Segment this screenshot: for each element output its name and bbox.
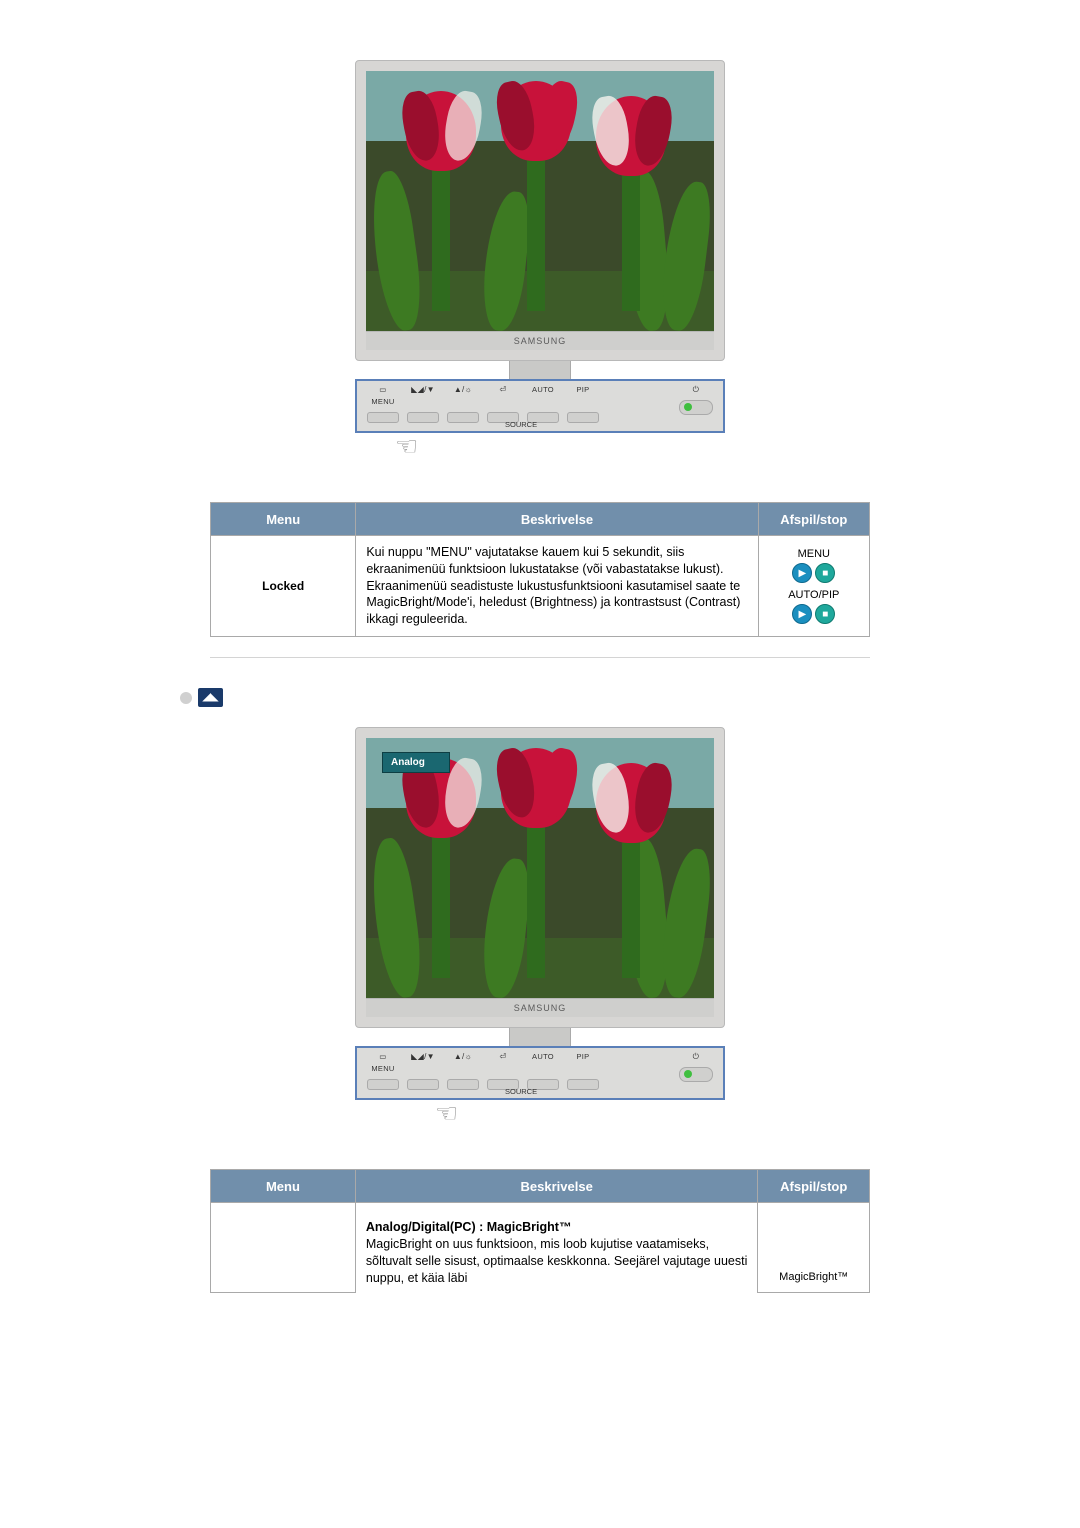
th-playstop: Afspil/stop (758, 1170, 870, 1203)
th-menu: Menu (211, 503, 356, 536)
description-table-2: Menu Beskrivelse Afspil/stop Analog/Digi… (210, 1169, 870, 1293)
monitor-screen (366, 71, 714, 331)
description-table-1: Menu Beskrivelse Afspil/stop Locked Kui … (210, 502, 870, 637)
table1-play: MENU ▶ ■ AUTO/PIP ▶ ■ (758, 536, 869, 637)
table1-menu: Locked (211, 536, 356, 637)
menu-button[interactable] (367, 412, 399, 423)
menu-btn-label: MENU (371, 397, 394, 407)
analog-overlay: Analog (382, 752, 450, 773)
play-label-autopip: AUTO/PIP (769, 589, 859, 601)
mode-icon: ◢◣ (198, 688, 223, 707)
pip-button[interactable] (567, 1079, 599, 1090)
play-icon[interactable]: ▶ (792, 563, 812, 583)
bullet-icon (180, 692, 192, 704)
play-icon[interactable]: ▶ (792, 604, 812, 624)
monitor-button-row: ▭MENU ◣◢/▼ ▲/☼ ⏎ AUTO PIP ⏻ SOURCE (355, 1046, 725, 1100)
monitor-illustration-1: SAMSUNG ▭MENU ◣◢/▼ ▲/☼ ⏎ AUTO PIP ⏻ SOUR… (355, 60, 725, 462)
stop-icon[interactable]: ■ (815, 604, 835, 624)
table2-menu (211, 1203, 356, 1293)
th-playstop: Afspil/stop (758, 503, 869, 536)
source-label: SOURCE (505, 420, 537, 429)
pip-button[interactable] (567, 412, 599, 423)
monitor-frame: Analog SAMSUNG (355, 727, 725, 1028)
pointer-hand-icon: ☜ (355, 1098, 725, 1129)
table1-description: Kui nuppu "MENU" vajutatakse kauem kui 5… (356, 536, 758, 637)
monitor-button-row: ▭MENU ◣◢/▼ ▲/☼ ⏎ AUTO PIP ⏻ SOURCE (355, 379, 725, 433)
table2-desc-title: Analog/Digital(PC) : MagicBright™ (366, 1220, 572, 1234)
monitor-illustration-2: Analog SAMSUNG ▭MENU ◣◢/▼ ▲/☼ ⏎ AUTO PIP… (355, 727, 725, 1129)
menu-button[interactable] (367, 1079, 399, 1090)
auto-btn-label: AUTO (532, 385, 554, 395)
mode-button[interactable] (407, 412, 439, 423)
monitor-screen: Analog (366, 738, 714, 998)
table2-description: Analog/Digital(PC) : MagicBright™ MagicB… (355, 1203, 758, 1293)
pip-btn-label: PIP (577, 385, 590, 395)
divider (210, 657, 870, 658)
th-menu: Menu (211, 1170, 356, 1203)
monitor-brand: SAMSUNG (366, 331, 714, 350)
brightness-button[interactable] (447, 1079, 479, 1090)
pointer-hand-icon: ☜ (355, 431, 725, 462)
monitor-brand: SAMSUNG (366, 998, 714, 1017)
mode-button[interactable] (407, 1079, 439, 1090)
th-description: Beskrivelse (355, 1170, 758, 1203)
brightness-button[interactable] (447, 412, 479, 423)
play-label-menu: MENU (769, 548, 859, 560)
th-description: Beskrivelse (356, 503, 758, 536)
power-button[interactable] (679, 1067, 713, 1082)
section-marker: ◢◣ (180, 688, 990, 707)
stop-icon[interactable]: ■ (815, 563, 835, 583)
table2-desc-body: MagicBright on uus funktsioon, mis loob … (366, 1237, 747, 1285)
play-label-magicbright: MagicBright™ (768, 1271, 859, 1283)
power-button[interactable] (679, 400, 713, 415)
table2-play: MagicBright™ (758, 1203, 870, 1293)
monitor-frame: SAMSUNG (355, 60, 725, 361)
